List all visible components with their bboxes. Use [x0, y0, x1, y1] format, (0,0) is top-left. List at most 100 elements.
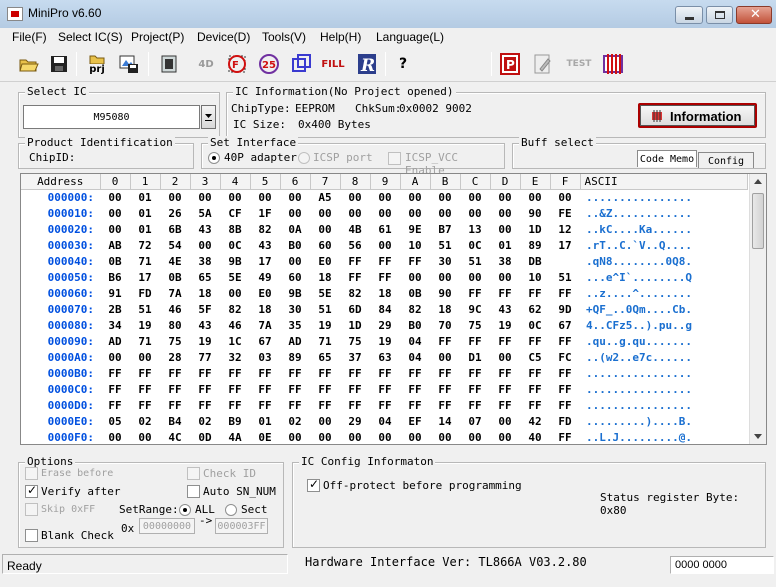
hex-byte[interactable]: 71 [130, 333, 160, 349]
adapter-radio[interactable] [208, 152, 220, 164]
hex-byte[interactable]: FF [370, 397, 400, 413]
blank-check-checkbox[interactable] [25, 529, 38, 542]
hex-byte[interactable]: 72 [130, 237, 160, 253]
maximize-button[interactable] [706, 6, 733, 24]
hex-byte[interactable]: 00 [400, 269, 430, 285]
hex-byte[interactable]: 0C [520, 317, 550, 333]
hex-byte[interactable]: 1C [220, 333, 250, 349]
hex-byte[interactable]: 17 [130, 269, 160, 285]
hex-byte[interactable]: 82 [250, 221, 280, 237]
hex-byte[interactable]: 19 [310, 317, 340, 333]
fill-button[interactable]: FILL [320, 50, 346, 78]
hex-byte[interactable]: 01 [490, 237, 520, 253]
scroll-thumb[interactable] [752, 193, 764, 249]
hex-byte[interactable]: 5E [310, 285, 340, 301]
range-sect-radio[interactable] [225, 504, 237, 516]
hex-byte[interactable]: 80 [160, 317, 190, 333]
production-mode-button[interactable]: P [497, 50, 523, 78]
hex-byte[interactable]: 51 [130, 301, 160, 317]
save-project-button[interactable] [116, 50, 142, 78]
hex-byte[interactable]: 00 [160, 189, 190, 205]
range-end-input[interactable]: 000003FF [215, 518, 268, 534]
hex-byte[interactable]: FF [550, 333, 580, 349]
hex-byte[interactable]: FD [550, 413, 580, 429]
hex-byte[interactable]: FF [520, 381, 550, 397]
hex-byte[interactable]: D1 [460, 349, 490, 365]
hex-byte[interactable]: 18 [310, 269, 340, 285]
hex-byte[interactable]: FF [430, 397, 460, 413]
hex-byte[interactable]: 4E [160, 253, 190, 269]
menu-tools[interactable]: Tools(V) [262, 30, 306, 44]
hex-byte[interactable]: 37 [340, 349, 370, 365]
hex-byte[interactable]: 34 [100, 317, 130, 333]
hex-byte[interactable]: FF [490, 333, 520, 349]
hex-byte[interactable]: 46 [220, 317, 250, 333]
hex-byte[interactable]: 0A [280, 221, 310, 237]
hex-byte[interactable]: FF [280, 381, 310, 397]
hex-byte[interactable]: FF [400, 365, 430, 381]
hex-byte[interactable]: FF [430, 381, 460, 397]
hex-byte[interactable]: 61 [370, 221, 400, 237]
hex-byte[interactable]: 43 [190, 317, 220, 333]
menu-file[interactable]: File(F) [12, 30, 47, 44]
hex-byte[interactable]: FF [370, 365, 400, 381]
hex-byte[interactable]: 1D [520, 221, 550, 237]
hex-byte[interactable]: 00 [280, 205, 310, 221]
hex-byte[interactable]: 00 [220, 285, 250, 301]
hex-byte[interactable]: 0E [250, 429, 280, 444]
help-button[interactable]: ? [390, 50, 416, 78]
hex-byte[interactable]: E0 [250, 285, 280, 301]
hex-byte[interactable]: FF [130, 397, 160, 413]
hex-byte[interactable]: 1D [340, 317, 370, 333]
edit-button[interactable] [530, 50, 556, 78]
hex-byte[interactable]: 5E [220, 269, 250, 285]
hex-byte[interactable]: 07 [460, 413, 490, 429]
hex-byte[interactable]: 51 [310, 301, 340, 317]
hex-byte[interactable] [550, 253, 580, 269]
hex-byte[interactable]: 00 [430, 189, 460, 205]
hex-byte[interactable]: 6D [340, 301, 370, 317]
hex-byte[interactable]: FF [550, 429, 580, 444]
menu-help[interactable]: Help(H) [320, 30, 361, 44]
hex-byte[interactable]: AD [100, 333, 130, 349]
hex-byte[interactable]: 51 [430, 237, 460, 253]
hex-byte[interactable]: 02 [280, 413, 310, 429]
hex-byte[interactable]: 03 [250, 349, 280, 365]
hex-byte[interactable]: FF [190, 381, 220, 397]
hex-byte[interactable]: 43 [490, 301, 520, 317]
hex-byte[interactable]: 00 [190, 189, 220, 205]
program-button[interactable]: F [224, 50, 250, 78]
hex-byte[interactable]: 02 [190, 413, 220, 429]
hex-byte[interactable]: 00 [100, 349, 130, 365]
hex-byte[interactable]: FF [430, 333, 460, 349]
hex-byte[interactable]: 51 [460, 253, 490, 269]
ic-name-field[interactable]: M95080 [23, 105, 200, 129]
check-id-checkbox[interactable] [187, 467, 200, 480]
hex-byte[interactable]: 12 [550, 221, 580, 237]
vertical-scrollbar[interactable] [749, 174, 766, 444]
erase-button[interactable]: 25 [256, 50, 282, 78]
hex-byte[interactable]: 7A [250, 317, 280, 333]
hex-byte[interactable]: 00 [250, 189, 280, 205]
hex-byte[interactable]: 54 [160, 237, 190, 253]
hex-byte[interactable]: A5 [310, 189, 340, 205]
hex-byte[interactable]: 75 [340, 333, 370, 349]
hex-byte[interactable]: FF [460, 381, 490, 397]
menu-language[interactable]: Language(L) [376, 30, 444, 44]
hex-byte[interactable]: 26 [160, 205, 190, 221]
hex-byte[interactable]: 18 [430, 301, 460, 317]
hex-byte[interactable]: 71 [310, 333, 340, 349]
off-protect-checkbox[interactable]: ✓ [307, 477, 320, 492]
hex-byte[interactable]: 9C [460, 301, 490, 317]
hex-byte[interactable]: 00 [490, 429, 520, 444]
hex-byte[interactable]: 00 [370, 237, 400, 253]
hex-byte[interactable]: 00 [430, 349, 460, 365]
hex-byte[interactable]: FF [460, 397, 490, 413]
hex-byte[interactable]: FF [340, 381, 370, 397]
open-file-button[interactable] [16, 50, 42, 78]
hex-byte[interactable]: FF [340, 253, 370, 269]
hex-byte[interactable]: 01 [250, 413, 280, 429]
information-button[interactable]: Information [638, 103, 757, 128]
hex-byte[interactable]: 42 [520, 413, 550, 429]
hex-byte[interactable]: 63 [370, 349, 400, 365]
